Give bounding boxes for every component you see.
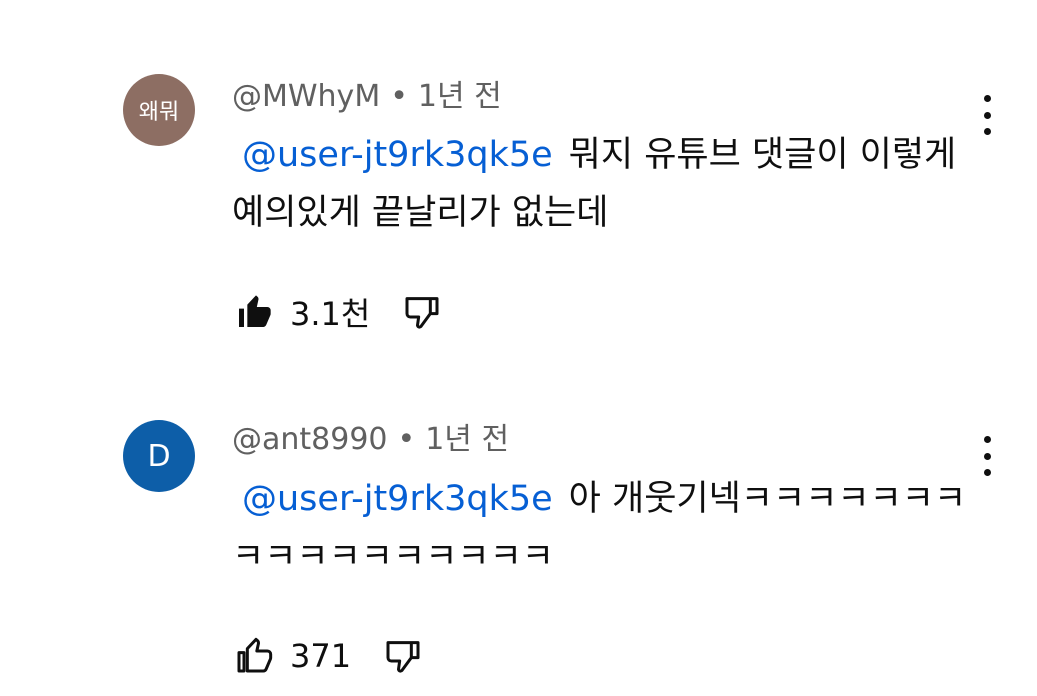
thumbs-down-icon <box>405 297 439 329</box>
comment-actions: 3.1천 <box>232 290 444 334</box>
more-vert-icon[interactable] <box>975 436 999 476</box>
comment-header: @ant8990 • 1년 전 <box>232 425 509 455</box>
like-count: 3.1천 <box>290 295 371 333</box>
separator: • <box>390 79 408 114</box>
mention-link[interactable]: @user-jt9rk3qk5e <box>242 135 553 175</box>
timestamp[interactable]: 1년 전 <box>418 79 502 114</box>
mention-link[interactable]: @user-jt9rk3qk5e <box>242 479 553 519</box>
thumbs-up-icon <box>237 637 273 673</box>
thumbs-up-icon <box>239 295 271 327</box>
like-button[interactable]: 371 <box>232 636 381 676</box>
comment-text: @user-jt9rk3qk5e 뭐지 유튜브 댓글이 이렇게 예의있게 끝날리가… <box>232 126 972 242</box>
comment-text: @user-jt9rk3qk5e 아 개웃기넥ㅋㅋㅋㅋㅋㅋㅋㅋㅋㅋㅋㅋㅋㅋㅋㅋㅋ <box>232 470 972 586</box>
avatar-initials: D <box>147 438 171 474</box>
like-button[interactable]: 3.1천 <box>232 289 400 335</box>
author-name[interactable]: @MWhyM <box>232 79 380 114</box>
avatar-initials: 왜뭐 <box>138 100 180 125</box>
timestamp[interactable]: 1년 전 <box>425 422 509 457</box>
comment-header: @MWhyM • 1년 전 <box>232 82 502 112</box>
dislike-button[interactable] <box>400 292 444 332</box>
avatar[interactable]: 왜뭐 <box>123 74 195 146</box>
like-count: 371 <box>290 637 352 675</box>
dislike-button[interactable] <box>381 636 425 676</box>
author-name[interactable]: @ant8990 <box>232 422 388 457</box>
separator: • <box>397 422 416 457</box>
avatar[interactable]: D <box>123 420 195 492</box>
more-vert-icon[interactable] <box>975 95 999 135</box>
thumbs-down-icon <box>386 641 420 673</box>
comment-actions: 371 <box>232 634 425 678</box>
